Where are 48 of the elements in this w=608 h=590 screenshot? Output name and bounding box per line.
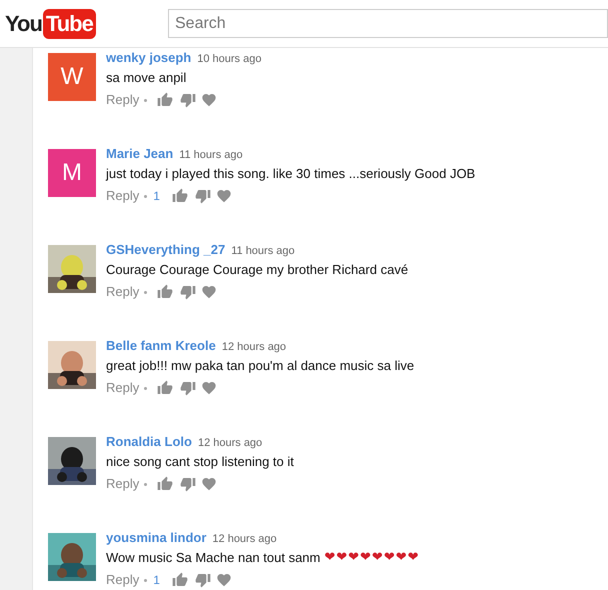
like-icon[interactable] (172, 572, 188, 588)
author-name[interactable]: wenky joseph (106, 51, 192, 65)
comment-text: Courage Courage Courage my brother Richard cavé (106, 262, 408, 278)
like-count: 1 (153, 573, 160, 587)
like-count: 1 (153, 189, 160, 203)
comment-time[interactable]: 11 hours ago (179, 148, 243, 162)
heart-icon[interactable] (216, 188, 232, 204)
dislike-icon[interactable] (194, 188, 211, 204)
emoji-text: ❤❤❤❤❤❤❤❤ (324, 550, 420, 566)
reply-link[interactable]: Reply (106, 285, 140, 299)
like-icon[interactable] (157, 476, 174, 492)
reply-link[interactable]: Reply (106, 477, 140, 491)
like-icon[interactable] (157, 380, 174, 396)
comment-text: great job!!! mw paka tan pou'm al dance music sa live (106, 358, 414, 374)
comment-time[interactable]: 12 hours ago (198, 436, 262, 450)
avatar: W (48, 53, 96, 101)
comment-text: nice song cant stop listening to it (106, 454, 294, 470)
author-name[interactable]: Marie Jean (106, 147, 174, 161)
dislike-icon[interactable] (180, 380, 196, 396)
heart-icon[interactable] (201, 476, 218, 492)
dislike-icon[interactable] (180, 476, 196, 492)
dislike-icon[interactable] (180, 284, 196, 300)
like-icon[interactable] (157, 92, 174, 108)
comment-time[interactable]: 10 hours ago (197, 52, 262, 66)
like-icon[interactable] (157, 284, 174, 300)
comment-text: just today i played this song. like 30 times ...seriously Good JOB (106, 166, 476, 182)
reply-link[interactable]: Reply (106, 189, 140, 203)
reply-link[interactable]: Reply (106, 93, 140, 107)
heart-icon[interactable] (201, 380, 218, 396)
author-name[interactable]: Ronaldia Lolo (106, 435, 192, 449)
comment-time[interactable]: 12 hours ago (212, 532, 277, 546)
dislike-icon[interactable] (180, 92, 196, 108)
avatar: M (48, 149, 96, 197)
author-name[interactable]: Belle fanm Kreole (106, 339, 216, 353)
search-field[interactable]: Search (168, 9, 608, 38)
author-name[interactable]: yousmina lindor (106, 531, 206, 545)
heart-icon[interactable] (201, 92, 218, 108)
reply-link[interactable]: Reply (106, 573, 140, 587)
heart-icon[interactable] (201, 284, 218, 300)
comment-text: Wow music Sa Mache nan tout sanm (106, 550, 320, 566)
heart-icon[interactable] (216, 572, 232, 588)
dislike-icon[interactable] (194, 572, 211, 588)
like-icon[interactable] (172, 188, 188, 204)
comment-time[interactable]: 12 hours ago (222, 340, 286, 354)
reply-link[interactable]: Reply (106, 381, 140, 395)
author-name[interactable]: GSHeverything _27 (106, 243, 226, 257)
comment-time[interactable]: 11 hours ago (231, 244, 295, 258)
comment-text: sa move anpil (106, 70, 186, 86)
